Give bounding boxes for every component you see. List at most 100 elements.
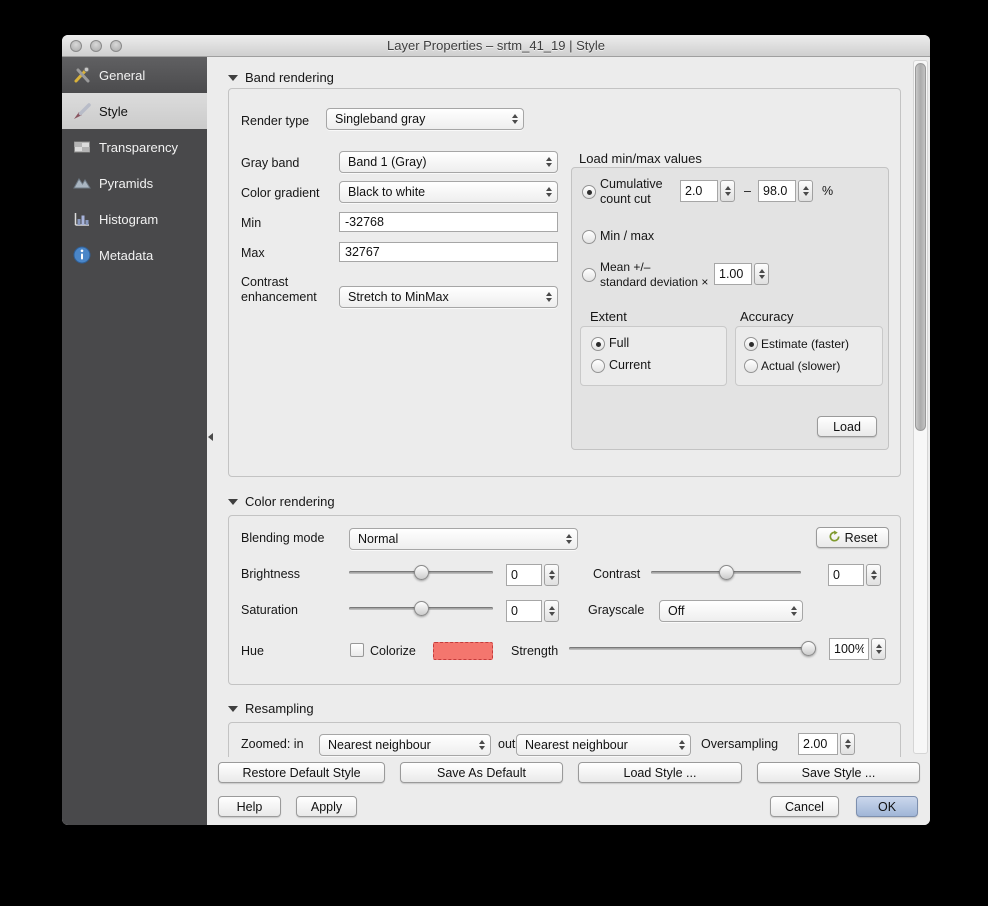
collapse-triangle-icon[interactable] xyxy=(228,75,238,81)
sidebar-item-transparency[interactable]: Transparency xyxy=(62,129,207,165)
blending-mode-select[interactable]: Normal xyxy=(349,528,578,550)
gray-band-select[interactable]: Band 1 (Gray) xyxy=(339,151,558,173)
render-type-select[interactable]: Singleband gray xyxy=(326,108,524,130)
contrast-enhancement-select[interactable]: Stretch to MinMax xyxy=(339,286,558,308)
oversampling-spinner[interactable] xyxy=(798,733,855,755)
spinner-down-icon[interactable] xyxy=(871,576,877,580)
cumulative-min-spinner[interactable] xyxy=(680,180,735,202)
saturation-spinner[interactable] xyxy=(506,600,559,622)
spinner-up-icon[interactable] xyxy=(725,186,731,190)
strength-spinner[interactable] xyxy=(829,638,886,660)
grayscale-select[interactable]: Off xyxy=(659,600,803,622)
sidebar-item-style[interactable]: Style xyxy=(62,93,207,129)
save-style-button[interactable]: Save Style ... xyxy=(757,762,920,783)
spinner-up-icon[interactable] xyxy=(549,606,555,610)
brightness-spinner[interactable] xyxy=(506,564,559,586)
colorize-checkbox[interactable] xyxy=(350,643,364,657)
spinner-steppers[interactable] xyxy=(544,600,559,622)
slider-thumb[interactable] xyxy=(801,641,816,656)
spinner-up-icon[interactable] xyxy=(876,644,882,648)
sidebar-item-pyramids[interactable]: Pyramids xyxy=(62,165,207,201)
spinner-up-icon[interactable] xyxy=(759,269,765,273)
oversampling-input[interactable] xyxy=(798,733,838,755)
spinner-steppers[interactable] xyxy=(798,180,813,202)
accuracy-actual-radio[interactable] xyxy=(744,359,758,373)
zoomed-out-select[interactable]: Nearest neighbour xyxy=(516,734,691,756)
load-style-button[interactable]: Load Style ... xyxy=(578,762,742,783)
mean-stddev-input[interactable] xyxy=(714,263,752,285)
sidebar-item-metadata[interactable]: Metadata xyxy=(62,237,207,273)
spinner-steppers[interactable] xyxy=(544,564,559,586)
cumulative-min-input[interactable] xyxy=(680,180,718,202)
max-input[interactable] xyxy=(339,242,558,262)
contrast-slider[interactable] xyxy=(651,565,801,580)
zoomed-in-select[interactable]: Nearest neighbour xyxy=(319,734,491,756)
spinner-up-icon[interactable] xyxy=(845,739,851,743)
color-gradient-select[interactable]: Black to white xyxy=(339,181,558,203)
slider-thumb[interactable] xyxy=(414,565,429,580)
window-minimize-button[interactable] xyxy=(90,40,102,52)
spinner-down-icon[interactable] xyxy=(759,275,765,279)
strength-label: Strength xyxy=(511,644,558,658)
load-button[interactable]: Load xyxy=(817,416,877,437)
spinner-up-icon[interactable] xyxy=(803,186,809,190)
reset-button[interactable]: Reset xyxy=(816,527,889,548)
saturation-slider[interactable] xyxy=(349,601,493,616)
contrast-spinner[interactable] xyxy=(828,564,881,586)
min-max-radio[interactable] xyxy=(582,230,596,244)
spinner-down-icon[interactable] xyxy=(549,576,555,580)
sidebar-item-general[interactable]: General xyxy=(62,57,207,93)
scrollbar-thumb[interactable] xyxy=(915,63,926,431)
spinner-down-icon[interactable] xyxy=(549,612,555,616)
contrast-input[interactable] xyxy=(828,564,864,586)
slider-thumb[interactable] xyxy=(414,601,429,616)
collapse-triangle-icon[interactable] xyxy=(228,706,238,712)
colorize-color-swatch[interactable] xyxy=(433,642,493,660)
zoomed-in-label: Zoomed: in xyxy=(241,737,304,751)
cumulative-count-cut-radio[interactable] xyxy=(582,185,596,199)
extent-current-radio[interactable] xyxy=(591,359,605,373)
restore-default-style-button[interactable]: Restore Default Style xyxy=(218,762,385,783)
resampling-group: Zoomed: in Nearest neighbour out Nearest… xyxy=(228,722,901,757)
spinner-down-icon[interactable] xyxy=(876,650,882,654)
sidebar-item-histogram[interactable]: Histogram xyxy=(62,201,207,237)
strength-input[interactable] xyxy=(829,638,869,660)
band-rendering-header[interactable]: Band rendering xyxy=(228,70,334,85)
help-button[interactable]: Help xyxy=(218,796,281,817)
spinner-steppers[interactable] xyxy=(840,733,855,755)
spinner-down-icon[interactable] xyxy=(845,745,851,749)
apply-button[interactable]: Apply xyxy=(296,796,357,817)
min-label: Min xyxy=(241,216,261,230)
spinner-up-icon[interactable] xyxy=(549,570,555,574)
window-titlebar[interactable]: Layer Properties – srtm_41_19 | Style xyxy=(62,35,930,57)
spinner-steppers[interactable] xyxy=(866,564,881,586)
strength-slider[interactable] xyxy=(569,641,816,656)
accuracy-estimate-radio[interactable] xyxy=(744,337,758,351)
brightness-input[interactable] xyxy=(506,564,542,586)
spinner-up-icon[interactable] xyxy=(871,570,877,574)
window-zoom-button[interactable] xyxy=(110,40,122,52)
saturation-input[interactable] xyxy=(506,600,542,622)
cancel-button[interactable]: Cancel xyxy=(770,796,839,817)
collapse-triangle-icon[interactable] xyxy=(228,499,238,505)
panel-collapse-arrow-icon[interactable] xyxy=(208,433,213,441)
spinner-steppers[interactable] xyxy=(720,180,735,202)
slider-thumb[interactable] xyxy=(719,565,734,580)
cumulative-max-input[interactable] xyxy=(758,180,796,202)
spinner-down-icon[interactable] xyxy=(725,192,731,196)
cumulative-max-spinner[interactable] xyxy=(758,180,813,202)
ok-button[interactable]: OK xyxy=(856,796,918,817)
mean-stddev-radio[interactable] xyxy=(582,268,596,282)
vertical-scrollbar[interactable] xyxy=(913,60,928,754)
extent-full-radio[interactable] xyxy=(591,337,605,351)
window-close-button[interactable] xyxy=(70,40,82,52)
spinner-steppers[interactable] xyxy=(754,263,769,285)
color-rendering-header[interactable]: Color rendering xyxy=(228,494,335,509)
min-input[interactable] xyxy=(339,212,558,232)
resampling-header[interactable]: Resampling xyxy=(228,701,314,716)
mean-stddev-spinner[interactable] xyxy=(714,263,769,285)
spinner-steppers[interactable] xyxy=(871,638,886,660)
spinner-down-icon[interactable] xyxy=(803,192,809,196)
save-as-default-button[interactable]: Save As Default xyxy=(400,762,563,783)
brightness-slider[interactable] xyxy=(349,565,493,580)
